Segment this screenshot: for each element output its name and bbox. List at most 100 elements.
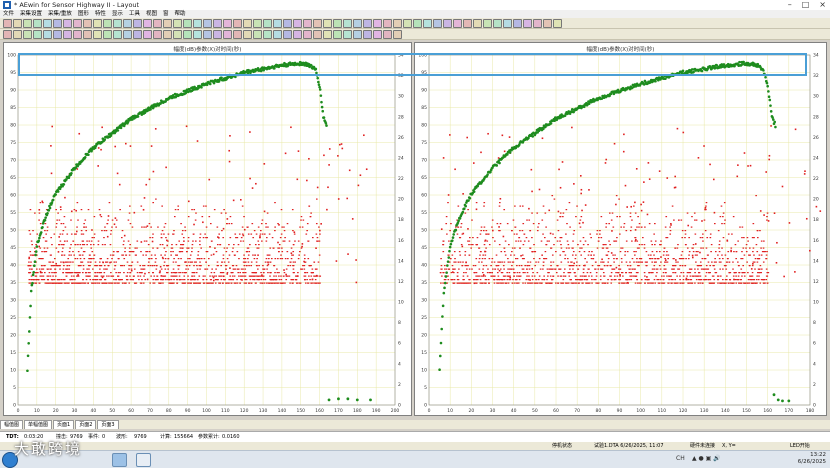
toolbar-button-icon[interactable]	[363, 19, 372, 28]
toolbar-button-icon[interactable]	[283, 19, 292, 28]
toolbar-button-icon[interactable]	[353, 19, 362, 28]
toolbar-button-icon[interactable]	[343, 19, 352, 28]
toolbar-button-icon[interactable]	[273, 30, 282, 39]
toolbar-button-icon[interactable]	[233, 30, 242, 39]
toolbar-button-icon[interactable]	[253, 19, 262, 28]
toolbar-button-icon[interactable]	[63, 30, 72, 39]
toolbar-button-icon[interactable]	[363, 30, 372, 39]
toolbar-button-icon[interactable]	[543, 19, 552, 28]
language-indicator[interactable]: CH	[676, 455, 685, 462]
toolbar-button-icon[interactable]	[413, 19, 422, 28]
menu-graph[interactable]: 图形	[75, 10, 92, 18]
toolbar-button-icon[interactable]	[113, 19, 122, 28]
toolbar-button-icon[interactable]	[133, 19, 142, 28]
toolbar-button-icon[interactable]	[353, 30, 362, 39]
toolbar-button-icon[interactable]	[103, 19, 112, 28]
toolbar-button-icon[interactable]	[393, 19, 402, 28]
toolbar-button-icon[interactable]	[323, 19, 332, 28]
toolbar-button-icon[interactable]	[323, 30, 332, 39]
toolbar-button-icon[interactable]	[53, 19, 62, 28]
toolbar-button-icon[interactable]	[213, 30, 222, 39]
toolbar-button-icon[interactable]	[553, 19, 562, 28]
toolbar-button-icon[interactable]	[293, 30, 302, 39]
clock[interactable]: 13:22 6/26/2025	[798, 452, 826, 466]
toolbar-button-icon[interactable]	[423, 19, 432, 28]
toolbar-button-icon[interactable]	[103, 30, 112, 39]
toolbar-button-icon[interactable]	[443, 19, 452, 28]
toolbar-button-icon[interactable]	[73, 19, 82, 28]
toolbar-button-icon[interactable]	[13, 19, 22, 28]
toolbar-button-icon[interactable]	[163, 19, 172, 28]
toolbar-button-icon[interactable]	[223, 30, 232, 39]
toolbar-button-icon[interactable]	[243, 19, 252, 28]
toolbar-button-icon[interactable]	[533, 19, 542, 28]
toolbar-button-icon[interactable]	[53, 30, 62, 39]
toolbar-button-icon[interactable]	[193, 30, 202, 39]
toolbar-button-icon[interactable]	[73, 30, 82, 39]
toolbar-button-icon[interactable]	[373, 19, 382, 28]
toolbar-button-icon[interactable]	[113, 30, 122, 39]
toolbar-button-icon[interactable]	[283, 30, 292, 39]
toolbar-button-icon[interactable]	[483, 19, 492, 28]
toolbar-button-icon[interactable]	[23, 30, 32, 39]
maximize-icon[interactable]: □	[802, 0, 810, 9]
toolbar-button-icon[interactable]	[83, 30, 92, 39]
toolbar-button-icon[interactable]	[383, 19, 392, 28]
toolbar-button-icon[interactable]	[3, 19, 12, 28]
menu-file[interactable]: 文件	[0, 10, 17, 18]
tray-icons[interactable]: ▲ ● ▣ 🔊	[692, 455, 721, 462]
toolbar-button-icon[interactable]	[383, 30, 392, 39]
toolbar-button-icon[interactable]	[343, 30, 352, 39]
toolbar-button-icon[interactable]	[303, 19, 312, 28]
toolbar-button-icon[interactable]	[143, 30, 152, 39]
toolbar-button-icon[interactable]	[373, 30, 382, 39]
toolbar-button-icon[interactable]	[253, 30, 262, 39]
toolbar-button-icon[interactable]	[93, 30, 102, 39]
tab-page2[interactable]: 页面2	[75, 420, 97, 429]
toolbar-button-icon[interactable]	[313, 19, 322, 28]
toolbar-button-icon[interactable]	[183, 30, 192, 39]
toolbar-button-icon[interactable]	[83, 19, 92, 28]
toolbar-button-icon[interactable]	[163, 30, 172, 39]
toolbar-button-icon[interactable]	[123, 19, 132, 28]
toolbar-button-icon[interactable]	[133, 30, 142, 39]
toolbar-button-icon[interactable]	[523, 19, 532, 28]
toolbar-button-icon[interactable]	[213, 19, 222, 28]
toolbar-button-icon[interactable]	[333, 19, 342, 28]
toolbar-button-icon[interactable]	[143, 19, 152, 28]
toolbar-button-icon[interactable]	[153, 30, 162, 39]
toolbar-button-icon[interactable]	[333, 30, 342, 39]
toolbar-button-icon[interactable]	[313, 30, 322, 39]
toolbar-button-icon[interactable]	[223, 19, 232, 28]
toolbar-button-icon[interactable]	[153, 19, 162, 28]
toolbar-button-icon[interactable]	[263, 19, 272, 28]
toolbar-button-icon[interactable]	[183, 19, 192, 28]
toolbar-button-icon[interactable]	[203, 30, 212, 39]
close-icon[interactable]: ×	[819, 0, 826, 9]
tab-page3[interactable]: 页面3	[97, 420, 119, 429]
toolbar-button-icon[interactable]	[93, 19, 102, 28]
toolbar-button-icon[interactable]	[123, 30, 132, 39]
menu-feature[interactable]: 特性	[92, 10, 109, 18]
toolbar-button-icon[interactable]	[193, 19, 202, 28]
toolbar-button-icon[interactable]	[453, 19, 462, 28]
tab-amplitude[interactable]: 幅值图	[0, 420, 24, 429]
taskbar-aewin-icon[interactable]	[136, 453, 151, 467]
toolbar-button-icon[interactable]	[263, 30, 272, 39]
menu-acq-setup[interactable]: 采集设置	[17, 10, 45, 18]
toolbar-button-icon[interactable]	[273, 19, 282, 28]
toolbar-button-icon[interactable]	[403, 19, 412, 28]
toolbar-button-icon[interactable]	[3, 30, 12, 39]
menu-acq-replay[interactable]: 采集/重放	[45, 10, 75, 18]
toolbar-button-icon[interactable]	[233, 19, 242, 28]
tab-single-amplitude[interactable]: 单幅值图	[24, 420, 53, 429]
toolbar-button-icon[interactable]	[243, 30, 252, 39]
taskbar-app-icon[interactable]	[112, 453, 127, 467]
toolbar-button-icon[interactable]	[33, 30, 42, 39]
toolbar-button-icon[interactable]	[203, 19, 212, 28]
tab-page1[interactable]: 页面1	[53, 420, 75, 429]
toolbar-button-icon[interactable]	[173, 19, 182, 28]
menu-help[interactable]: 帮助	[171, 10, 188, 18]
toolbar-button-icon[interactable]	[293, 19, 302, 28]
menu-tools[interactable]: 工具	[126, 10, 143, 18]
